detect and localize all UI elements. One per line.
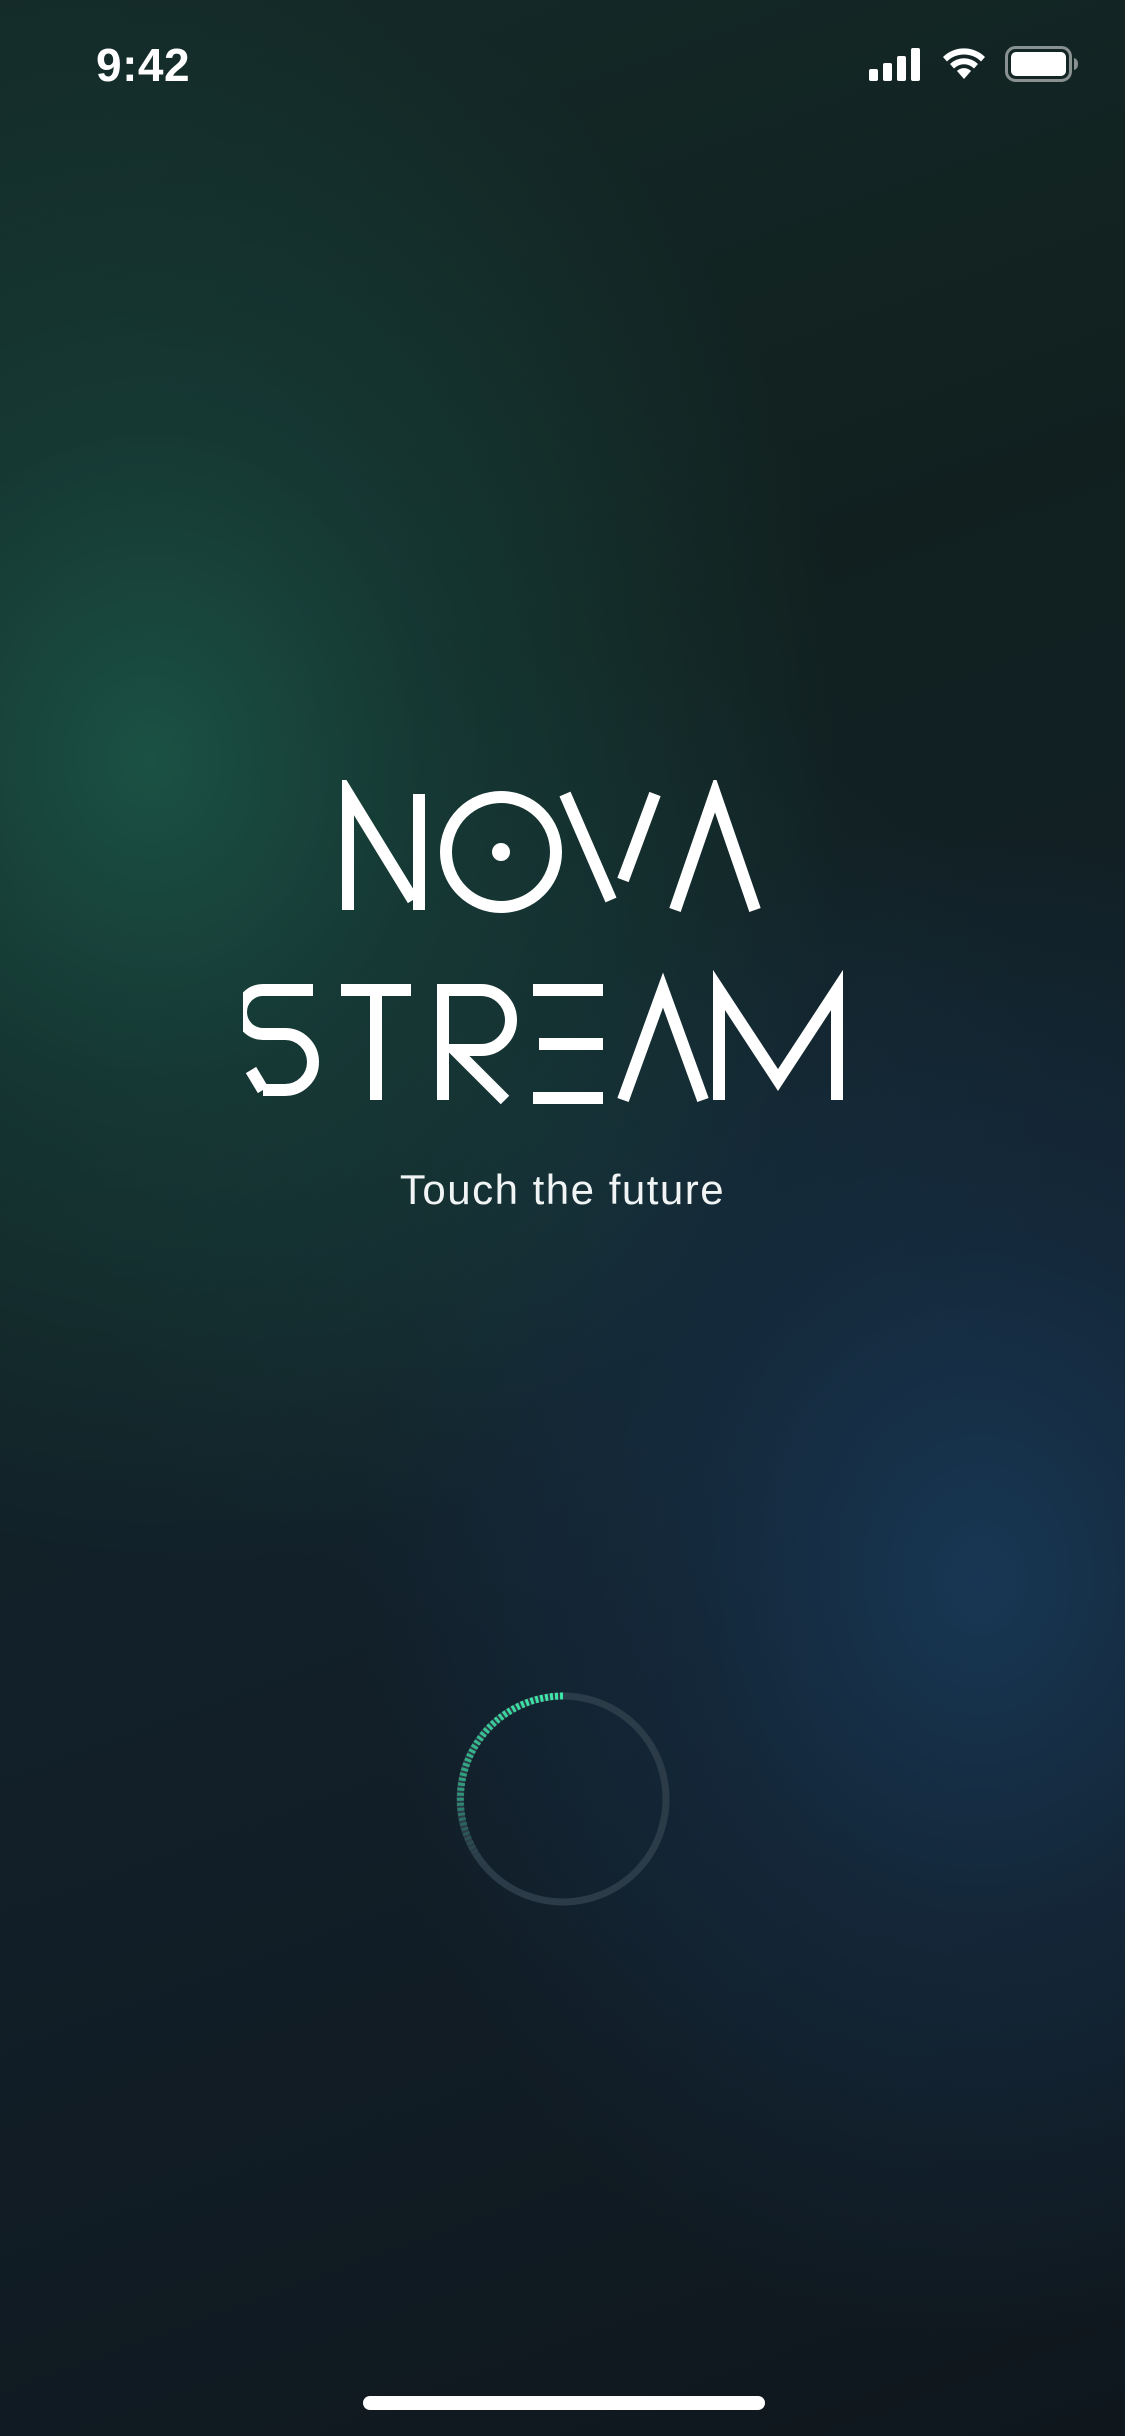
status-bar: 9:42 [0,0,1125,140]
home-indicator[interactable] [363,2396,765,2410]
tagline: Touch the future [399,1166,726,1213]
status-icons [869,46,1079,87]
wifi-icon [941,47,987,86]
battery-icon [1005,46,1079,87]
status-time: 9:42 [96,39,191,91]
cellular-signal-icon [869,47,923,86]
loading-spinner-icon [452,1688,674,1910]
app-logo [0,780,1125,1120]
splash-screen: 9:42 Touch the future [0,0,1125,2436]
